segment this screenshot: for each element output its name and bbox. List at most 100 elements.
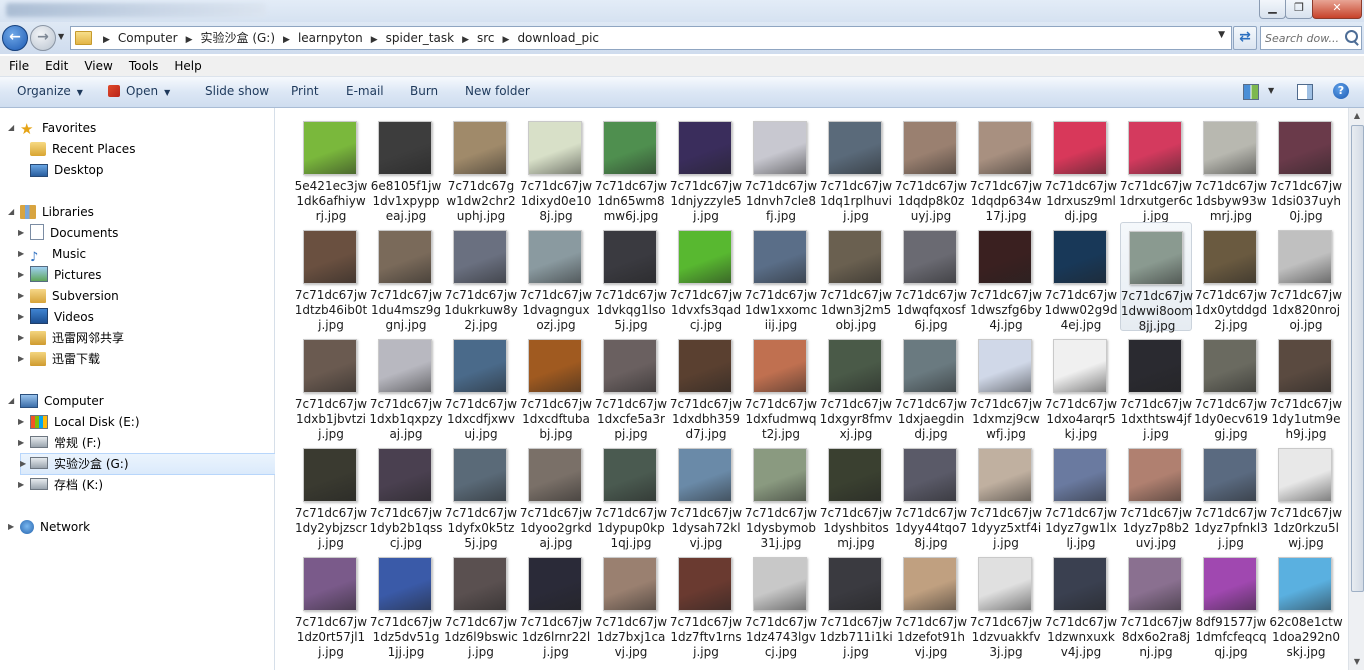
close-button[interactable]: ✕ xyxy=(1312,0,1362,19)
file-tile[interactable]: 7c71dc67jw1dukrkuw8y2j.jpg xyxy=(444,222,518,332)
expand-arrow-icon[interactable]: ▶ xyxy=(18,244,24,264)
search-input[interactable] xyxy=(1265,29,1341,47)
file-tile[interactable]: 7c71dc67jw1dz7bxj1cavj.jpg xyxy=(595,549,667,659)
file-tile[interactable]: 7c71dc67jw1dwszfg6by4j.jpg xyxy=(970,222,1042,332)
view-options-dropdown-icon[interactable]: ▼ xyxy=(1268,86,1274,95)
expand-arrow-icon[interactable]: ▶ xyxy=(18,433,24,453)
file-tile[interactable]: 7c71dc67jw1dxo4arqr5kj.jpg xyxy=(1045,331,1117,441)
collapse-arrow-icon[interactable]: ◢ xyxy=(8,391,14,411)
breadcrumb-separator-icon[interactable]: ▶ xyxy=(283,35,290,45)
file-tile[interactable]: 7c71dc67jw1dypup0kp1qj.jpg xyxy=(595,440,667,550)
file-tile[interactable]: 7c71dc67jw1dqdp634w17j.jpg xyxy=(970,113,1042,223)
email-button[interactable]: E-mail xyxy=(346,77,384,107)
tree-pictures[interactable]: ▶ Pictures xyxy=(18,265,102,285)
file-tile[interactable]: 7c71dc67jw1dx820nrojoj.jpg xyxy=(1270,222,1342,332)
file-tile[interactable]: 7c71dc67jw1dxgyr8fmvxj.jpg xyxy=(820,331,892,441)
menu-help[interactable]: Help xyxy=(165,56,208,73)
tree-music[interactable]: ▶ ♪ Music xyxy=(18,244,86,265)
tree-computer[interactable]: ◢ Computer xyxy=(8,391,104,411)
file-tile[interactable]: 7c71dc67jw1dqdp8k0zuyj.jpg xyxy=(895,113,967,223)
forward-button[interactable]: → xyxy=(30,25,56,51)
file-tile[interactable]: 7c71dc67jw1dx0ytddgd2j.jpg xyxy=(1195,222,1267,332)
tree-documents[interactable]: ▶ Documents xyxy=(18,223,118,243)
file-tile[interactable]: 7c71dc67jw1dxcdfjxwvuj.jpg xyxy=(445,331,517,441)
minimize-button[interactable]: ▁ xyxy=(1259,0,1286,19)
preview-pane-icon[interactable] xyxy=(1297,84,1313,100)
file-tile[interactable]: 7c71dc67jw1dz0rt57jl1j.jpg xyxy=(295,549,367,659)
file-tile[interactable]: 7c71dc67jw1dzefot91hvj.jpg xyxy=(895,549,967,659)
file-tile[interactable]: 7c71dc67jw1dz0rkzu5lwj.jpg xyxy=(1270,440,1342,550)
expand-arrow-icon[interactable]: ▶ xyxy=(18,412,24,432)
tree-drive-f[interactable]: ▶ 常规 (F:) xyxy=(18,433,101,453)
breadcrumb-separator-icon[interactable]: ▶ xyxy=(462,35,469,45)
scroll-down-icon[interactable]: ▼ xyxy=(1349,654,1364,670)
file-tile[interactable]: 7c71dc67jw1dyyz5xtf4ij.jpg xyxy=(970,440,1042,550)
tree-videos[interactable]: ▶ Videos xyxy=(18,307,94,327)
expand-arrow-icon[interactable]: ▶ xyxy=(18,307,24,327)
slideshow-button[interactable]: Slide show xyxy=(205,77,269,107)
tree-network[interactable]: ▶ Network xyxy=(8,517,90,537)
file-tile[interactable]: 7c71dc67jw1dww02g9d4ej.jpg xyxy=(1044,222,1118,332)
tree-xunlei-download[interactable]: ▶ 迅雷下载 xyxy=(18,349,100,369)
search-icon[interactable] xyxy=(1345,30,1358,43)
collapse-arrow-icon[interactable]: ◢ xyxy=(8,202,14,222)
breadcrumb-item[interactable]: spider_task xyxy=(386,31,454,45)
organize-button[interactable]: Organize ▼ xyxy=(17,77,83,107)
expand-arrow-icon[interactable]: ▶ xyxy=(18,265,24,285)
scroll-up-icon[interactable]: ▲ xyxy=(1349,108,1364,124)
breadcrumb-item[interactable]: download_pic xyxy=(517,31,599,45)
file-tile[interactable]: 7c71dc67jw1dvxfs3qadcj.jpg xyxy=(670,222,742,332)
file-tile[interactable]: 7c71dc67jw1dy2ybjzscrj.jpg xyxy=(295,440,367,550)
file-tile[interactable]: 7c71dc67jw1dyz7p8b2uvj.jpg xyxy=(1120,440,1192,550)
breadcrumb-separator-icon[interactable]: ▶ xyxy=(186,35,193,45)
file-tile[interactable]: 7c71dc67jw8dx6o2ra8jnj.jpg xyxy=(1120,549,1192,659)
file-tile[interactable]: 7c71dc67jw1du4msz9ggnj.jpg xyxy=(370,222,442,332)
breadcrumb-item[interactable]: src xyxy=(477,31,495,45)
menu-edit[interactable]: Edit xyxy=(36,56,75,73)
file-tile[interactable]: 7c71dc67jw1dy0ecv619gj.jpg xyxy=(1194,331,1268,441)
expand-arrow-icon[interactable]: ▶ xyxy=(18,475,24,495)
expand-arrow-icon[interactable]: ▶ xyxy=(18,349,24,369)
print-button[interactable]: Print xyxy=(291,77,319,107)
file-tile[interactable]: 7c71dc67jw1dyz7pfnkl3j.jpg xyxy=(1194,440,1268,550)
file-tile[interactable]: 7c71dc67jw1dxdbh359d7j.jpg xyxy=(670,331,742,441)
file-tile[interactable]: 7c71dc67jw1dy1utm9eh9j.jpg xyxy=(1270,331,1342,441)
menu-file[interactable]: File xyxy=(0,56,36,73)
file-tile[interactable]: 7c71dc67jw1dnvh7cle8fj.jpg xyxy=(745,113,817,223)
address-history-dropdown-icon[interactable]: ▼ xyxy=(1218,30,1225,40)
menu-view[interactable]: View xyxy=(75,56,119,73)
file-tile[interactable]: 7c71dc67jw1dtzb46ib0tj.jpg xyxy=(295,222,367,332)
file-tile[interactable]: 7c71dc67jw1dn65wm8mw6j.jpg xyxy=(595,113,667,223)
file-tile[interactable]: 5e421ec3jw1dk6afhiywrj.jpg xyxy=(295,113,367,223)
vertical-scrollbar[interactable]: ▲ ▼ xyxy=(1348,108,1364,670)
file-tile[interactable]: 7c71dc67jw1dixyd0e108j.jpg xyxy=(520,113,592,223)
file-tile[interactable]: 7c71dc67jw1dxfudmwqt2j.jpg xyxy=(745,331,817,441)
file-tile[interactable]: 7c71dc67jw1dyy44tqo78j.jpg xyxy=(895,440,967,550)
file-tile[interactable]: 7c71dc67jw1dzvuakkfv3j.jpg xyxy=(970,549,1042,659)
expand-arrow-icon[interactable]: ▶ xyxy=(18,223,24,243)
scrollbar-thumb[interactable] xyxy=(1351,125,1364,592)
file-tile[interactable]: 7c71dc67jw1dzwnxuxkv4j.jpg xyxy=(1045,549,1117,659)
file-tile[interactable]: 7c71dc67jw1dwn3j2m5obj.jpg xyxy=(820,222,892,332)
breadcrumb-item[interactable]: Computer xyxy=(118,31,178,45)
file-tile[interactable]: 7c71dc67gw1dw2chr2uphj.jpg xyxy=(445,113,517,223)
file-tile[interactable]: 7c71dc67jw1dwwi8oom8jj.jpg xyxy=(1120,222,1193,333)
file-tile[interactable]: 7c71dc67jw1dz6l9bswicj.jpg xyxy=(444,549,518,659)
file-tile[interactable]: 7c71dc67jw1dnjyzzyle5j.jpg xyxy=(670,113,742,223)
expand-arrow-icon[interactable]: ▶ xyxy=(18,286,24,306)
tree-favorites[interactable]: ◢ ★ Favorites xyxy=(8,118,96,138)
tree-drive-k[interactable]: ▶ 存档 (K:) xyxy=(18,475,103,495)
file-tile[interactable]: 7c71dc67jw1dwqfqxosf6j.jpg xyxy=(895,222,967,332)
maximize-button[interactable]: ❐ xyxy=(1285,0,1313,19)
file-tile[interactable]: 7c71dc67jw1dzb711i1kij.jpg xyxy=(819,549,893,659)
file-tile[interactable]: 7c71dc67jw1dyz7gw1lxlj.jpg xyxy=(1045,440,1117,550)
file-tile[interactable]: 7c71dc67jw1drxutger6cj.jpg xyxy=(1119,113,1193,223)
file-tile[interactable]: 7c71dc67jw1dxjaegdindj.jpg xyxy=(895,331,967,441)
search-box[interactable] xyxy=(1260,26,1362,50)
file-tile[interactable]: 7c71dc67jw1dysah72klvj.jpg xyxy=(670,440,742,550)
file-tile[interactable]: 7c71dc67jw1dxb1qxpzyaj.jpg xyxy=(369,331,443,441)
tree-subversion[interactable]: ▶ Subversion xyxy=(18,286,119,306)
file-tile[interactable]: 7c71dc67jw1dxthtsw4jfj.jpg xyxy=(1120,331,1192,441)
back-button[interactable]: ← xyxy=(2,25,28,51)
file-tile[interactable]: 7c71dc67jw1dxmzj9cwwfj.jpg xyxy=(970,331,1042,441)
